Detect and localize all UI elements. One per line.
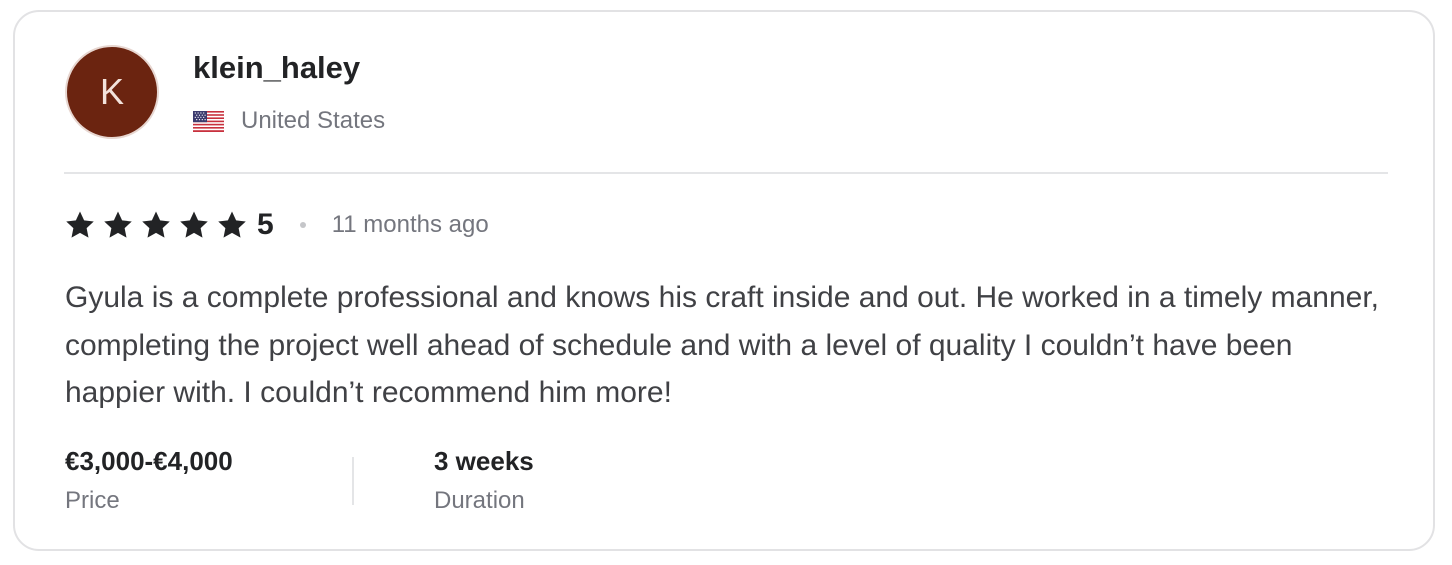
duration-block: 3 weeks Duration [434,446,534,515]
duration-value: 3 weeks [434,446,534,476]
rating-value: 5 [257,208,274,241]
review-text: Gyula is a complete professional and kno… [65,281,1379,409]
avatar[interactable]: K [65,45,159,139]
separator-dot [299,222,306,228]
star-icon [218,211,246,238]
us-flag-icon [193,110,224,132]
review-card: K klein_haley United States 5 11 months … [13,10,1435,551]
duration-label: Duration [434,487,525,514]
price-block: €3,000-€4,000 Price [65,446,233,515]
avatar-initial: K [99,71,124,112]
star-icon [66,211,94,238]
price-value: €3,000-€4,000 [65,446,233,476]
price-label: Price [65,487,120,514]
reviewer-username: klein_haley [193,50,361,85]
star-icon [180,211,208,238]
review-time: 11 months ago [331,211,489,238]
reviewer-country: United States [193,107,385,135]
meta-separator [352,457,354,505]
divider [64,172,1388,174]
country-name: United States [241,107,386,134]
star-rating [65,210,255,240]
rating-row: 5 11 months ago [65,208,489,242]
star-icon [142,211,170,238]
star-icon [104,211,132,238]
